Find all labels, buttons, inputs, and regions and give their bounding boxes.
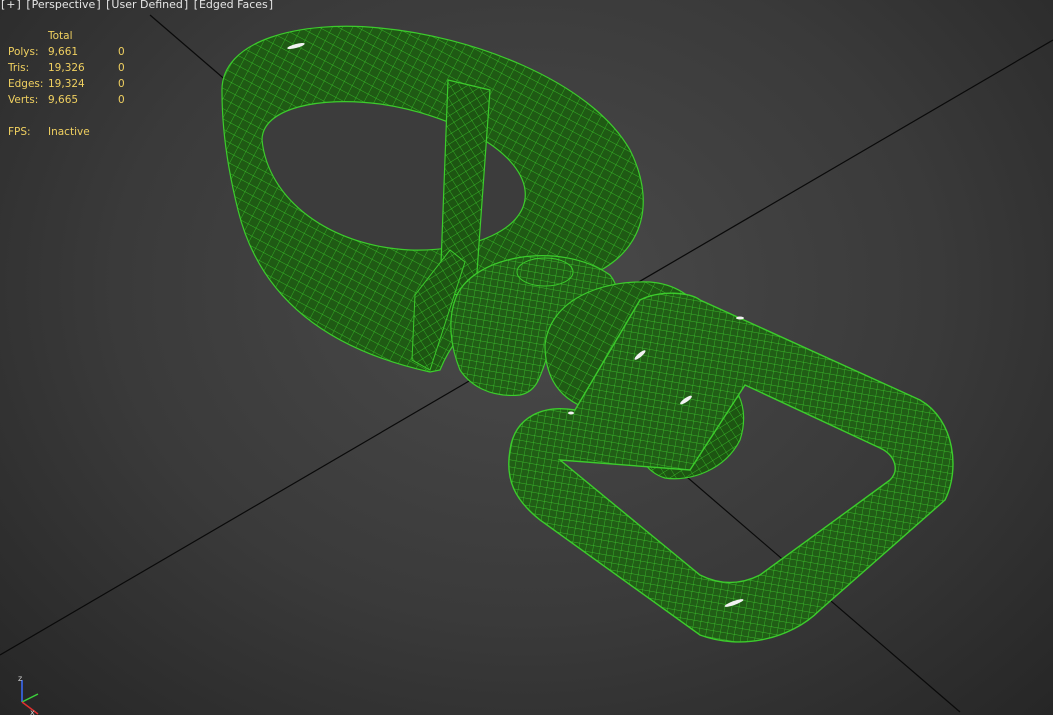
stats-total: 9,665 <box>48 94 79 106</box>
stats-selected: 0 <box>118 94 125 106</box>
stats-header-row: Total <box>8 28 138 44</box>
fps-row: FPS: Inactive <box>8 124 138 140</box>
stats-row: Verts: 9,665 0 <box>8 92 138 108</box>
stats-row: Edges: 19,324 0 <box>8 76 138 92</box>
stats-selected: 0 <box>118 46 125 58</box>
axis-x-label: x <box>30 708 35 715</box>
scene-statistics: Total Polys: 9,661 0 Tris: 19,326 0 Edge… <box>8 28 138 140</box>
stats-selected: 0 <box>118 78 125 90</box>
stats-total: 19,326 <box>48 62 85 74</box>
stats-row: Tris: 19,326 0 <box>8 60 138 76</box>
stats-label: Polys: <box>8 46 39 58</box>
stats-label: Tris: <box>8 62 30 74</box>
viewport-menu-plus[interactable]: + <box>6 0 15 12</box>
axis-tripod-icon: z x <box>18 674 39 715</box>
stats-total-header: Total <box>48 30 73 42</box>
viewport-shading-label[interactable]: User Defined <box>111 0 182 12</box>
viewport-scene[interactable] <box>0 0 1053 715</box>
stats-label: Verts: <box>8 94 39 106</box>
stats-label: Edges: <box>8 78 44 90</box>
stats-row: Polys: 9,661 0 <box>8 44 138 60</box>
stats-selected: 0 <box>118 62 125 74</box>
viewport-view-label[interactable]: Perspective <box>32 0 96 12</box>
stats-total: 19,324 <box>48 78 85 90</box>
fps-value: Inactive <box>48 126 90 138</box>
viewport-label-menu: [+] [Perspective] [User Defined] [Edged … <box>1 0 274 12</box>
stats-total: 9,661 <box>48 46 79 58</box>
fps-label: FPS: <box>8 126 31 138</box>
viewport-display-label[interactable]: Edged Faces <box>199 0 268 12</box>
perspective-viewport[interactable]: [+] [Perspective] [User Defined] [Edged … <box>0 0 1053 715</box>
axis-z-label: z <box>18 674 22 683</box>
